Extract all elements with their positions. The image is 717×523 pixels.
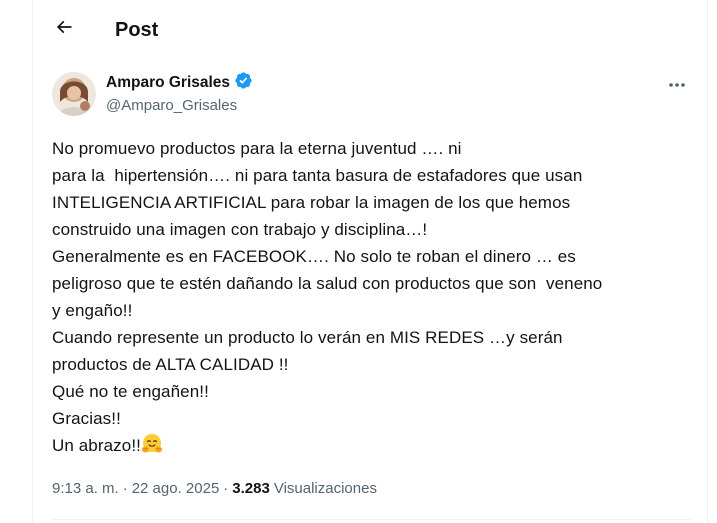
meta-separator: · (223, 480, 229, 497)
author-handle[interactable]: @Amparo_Grisales (106, 96, 253, 116)
views-count: 3.283 (232, 480, 270, 497)
post-text-line: Qué no te engañen!! (52, 382, 209, 401)
back-button[interactable] (47, 12, 81, 46)
post-text-line: peligroso que te estén dañando la salud … (52, 274, 603, 293)
author-name[interactable]: Amparo Grisales (106, 73, 230, 93)
hugging-face-emoji-icon (141, 433, 163, 455)
post-text-line: Generalmente es en FACEBOOK…. No solo te… (52, 247, 576, 266)
post-text: No promuevo productos para la eterna juv… (52, 135, 692, 459)
post-text-line: No promuevo productos para la eterna juv… (52, 139, 462, 158)
page-title: Post (115, 19, 159, 41)
post-text-line: Gracias!! (52, 409, 121, 428)
post-text-line: y engaño!! (52, 301, 133, 320)
avatar[interactable] (52, 72, 96, 116)
post-text-line: para la hipertensión…. ni para tanta bas… (52, 166, 583, 185)
more-options-button[interactable] (663, 74, 691, 94)
post-text-line: Un abrazo!! (52, 436, 141, 455)
header-bar: Post (33, 0, 707, 60)
meta-separator: · (122, 480, 128, 497)
author-info: Amparo Grisales @Amparo_Grisales (106, 71, 253, 116)
post-meta: 9:13 a. m. · 22 ago. 2025 · 3.283 Visual… (52, 479, 377, 499)
post-detail-panel: Post Amparo Grisales @Amparo_Grisales No… (32, 0, 708, 523)
post-date[interactable]: 22 ago. 2025 (132, 479, 220, 499)
post-time[interactable]: 9:13 a. m. (52, 479, 119, 499)
post-text-line: productos de ALTA CALIDAD !! (52, 355, 289, 374)
more-dots-icon (668, 75, 686, 93)
post-text-last-line: Un abrazo!! (52, 432, 692, 459)
post-text-line: construido una imagen con trabajo y disc… (52, 220, 428, 239)
post-text-line: INTELIGENCIA ARTIFICIAL para robar la im… (52, 193, 571, 212)
verified-badge-icon[interactable] (230, 71, 253, 95)
views-label: Visualizaciones (273, 480, 377, 497)
divider (52, 519, 691, 520)
arrow-left-icon (54, 17, 74, 42)
post-text-line: Cuando represente un producto lo verán e… (52, 328, 563, 347)
